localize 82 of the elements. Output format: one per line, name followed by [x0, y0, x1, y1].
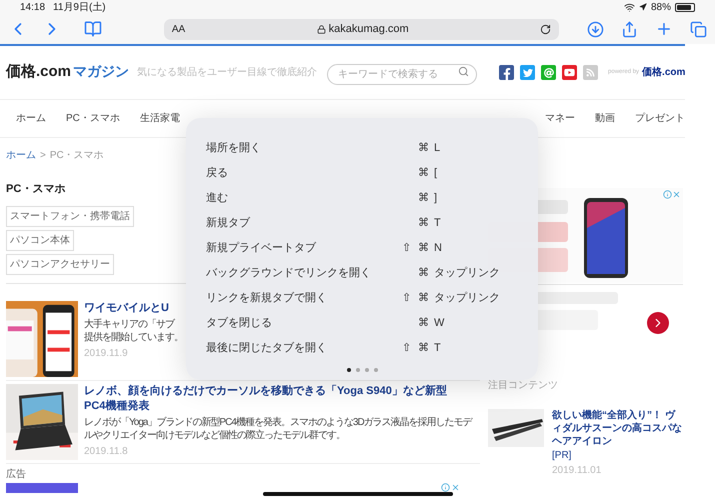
article-date: 2019.11.9	[84, 346, 128, 360]
shift-key: ⇧	[402, 341, 412, 354]
nav-link[interactable]: PC・スマホ	[66, 111, 120, 126]
location-icon	[638, 3, 647, 11]
command-key: ⌘	[418, 215, 429, 232]
shortcut-label: 最後に閉じたタブを開く	[206, 340, 327, 356]
breadcrumb-link[interactable]: ホーム	[6, 148, 36, 163]
article-description: 大手キャリアの「サブ 提供を開始しています。	[84, 318, 183, 344]
category-heading: PC・スマホ	[6, 182, 66, 197]
command-key: ⌘	[418, 140, 429, 157]
shortcut-label: 進む	[206, 191, 228, 206]
ad-label: 広告	[6, 468, 27, 482]
at-sign-icon[interactable]	[541, 65, 556, 80]
shift-key: ⇧	[402, 241, 412, 254]
download-icon[interactable]	[587, 20, 604, 38]
shortcut-label: タブを閉じる	[206, 316, 272, 332]
search-field[interactable]: キーワードで検索する	[327, 64, 478, 84]
play-icon[interactable]	[562, 65, 578, 80]
tabs-icon[interactable]	[690, 20, 707, 38]
pr-tag: [PR]	[552, 448, 572, 463]
shortcut-key: タップリンク	[434, 290, 500, 307]
status-time: 14:18	[20, 0, 46, 14]
share-icon[interactable]	[621, 20, 638, 38]
nav-link[interactable]: 生活家電	[140, 111, 180, 126]
command-key: ⌘	[418, 240, 429, 257]
shortcut-label: 戻る	[206, 166, 228, 182]
command-key: ⌘	[418, 165, 429, 182]
article-description: レノボが「Yoga」ブランドの新型PC4機種を発表。スマホのような3Dガラス液晶を採用したモデルやクリエイター向けモデルなど個性の際立ったモデル群です。	[84, 416, 474, 442]
command-key: ⌘	[418, 190, 429, 207]
article-title[interactable]: ワイモバイルとU	[84, 300, 169, 316]
close-icon[interactable]	[451, 483, 460, 492]
category-tag[interactable]: パソコンアクセサリー	[6, 254, 114, 274]
powered-logo: 価格.com	[642, 66, 686, 80]
command-key: ⌘	[418, 340, 429, 357]
nav-link[interactable]: マネー	[545, 111, 575, 126]
shift-key: ⇧	[402, 291, 412, 304]
command-key: ⌘	[418, 315, 429, 332]
bookmarks-icon[interactable]	[84, 20, 102, 38]
bird-icon[interactable]	[520, 65, 536, 80]
status-date: 11月9日(土)	[53, 0, 106, 14]
category-tag[interactable]: パソコン本体	[6, 230, 74, 250]
shortcut-key: タップリンク	[434, 265, 500, 282]
shortcut-label: バックグラウンドでリンクを開く	[206, 266, 371, 282]
info-icon[interactable]	[663, 190, 672, 199]
nav-link[interactable]: プレゼント	[635, 111, 685, 126]
facebook-icon[interactable]	[499, 65, 514, 80]
shortcut-label: リンクを新規タブで開く	[206, 290, 327, 306]
category-tag[interactable]: スマートフォン・携帯電話	[6, 206, 134, 226]
shortcut-label: 新規プライベートタブ	[206, 240, 316, 256]
breadcrumb-separator: >	[40, 149, 46, 163]
close-icon[interactable]	[672, 190, 681, 199]
battery-icon	[675, 2, 695, 12]
featured-title[interactable]: 欲しい機能“全部入り”！ ヴィダルサスーンの高コスパなヘアアイロン	[552, 409, 683, 448]
shortcut-key: [	[434, 165, 438, 182]
article-date: 2019.11.8	[84, 444, 128, 458]
site-tagline: 気になる製品をユーザー目線で徹底紹介	[137, 66, 318, 80]
info-icon[interactable]	[441, 483, 450, 492]
address-bar[interactable]: AA kakakumag.com	[164, 18, 560, 40]
featured-heading: 注目コンテンツ	[488, 379, 559, 393]
shortcut-key: W	[434, 315, 444, 332]
shortcut-key: ]	[434, 190, 438, 207]
shortcut-label: 場所を開く	[206, 141, 261, 156]
shortcut-key: T	[434, 215, 441, 232]
text-size-button[interactable]: AA	[172, 22, 186, 36]
reload-icon[interactable]	[540, 24, 552, 34]
lock-icon	[316, 24, 326, 34]
shortcut-label: 新規タブ	[206, 216, 250, 232]
shortcut-key: L	[434, 140, 440, 157]
wifi-icon	[624, 2, 635, 12]
site-logo[interactable]: 価格.com マガジン	[6, 61, 130, 84]
ad-thumbnail	[6, 482, 78, 492]
featured-date: 2019.11.01	[552, 464, 602, 478]
shortcut-key: N	[434, 240, 442, 257]
nav-link[interactable]: 動画	[595, 111, 615, 126]
nav-link[interactable]: ホーム	[16, 111, 46, 126]
url-text: kakakumag.com	[328, 22, 409, 37]
command-key: ⌘	[418, 290, 429, 307]
search-icon[interactable]	[458, 66, 470, 76]
article-title[interactable]: レノボ、顔を向けるだけでカーソルを移動できる「Yoga S940」など新型 PC4機種発表	[84, 384, 447, 414]
battery-percent: 88%	[650, 0, 671, 14]
shortcut-key: T	[434, 340, 441, 357]
command-key: ⌘	[418, 265, 429, 282]
